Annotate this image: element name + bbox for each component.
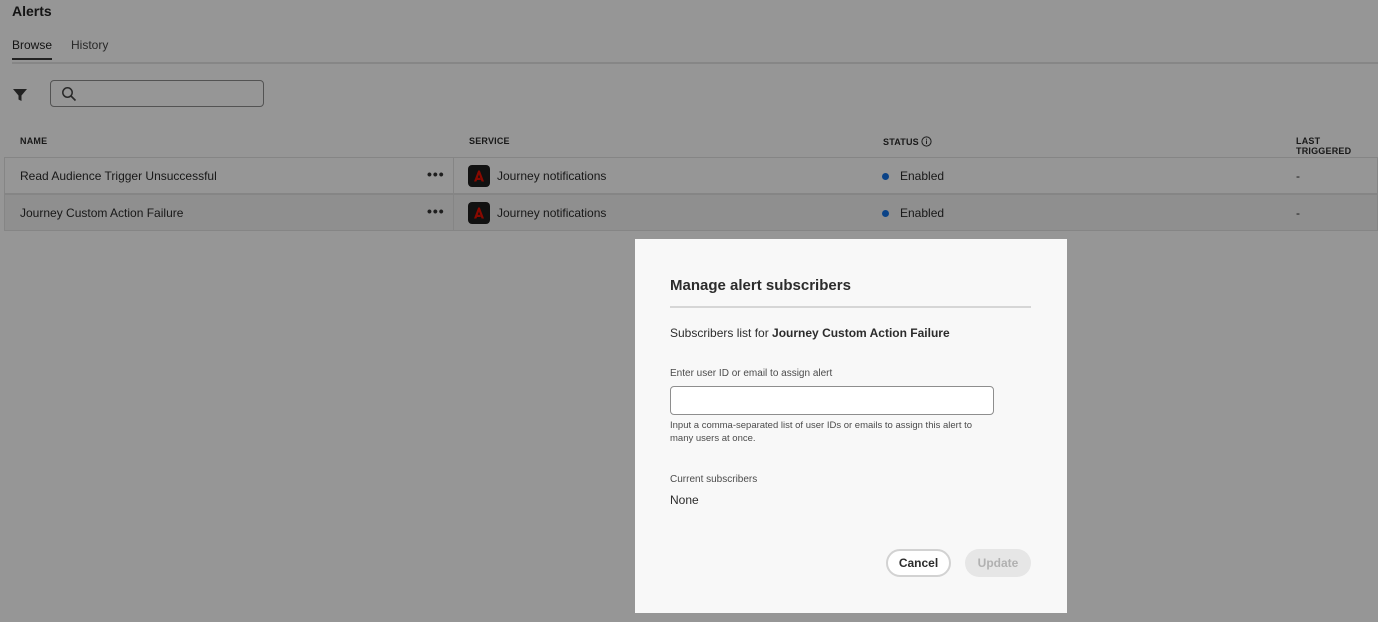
subscriber-field-label: Enter user ID or email to assign alert bbox=[670, 368, 833, 379]
manage-subscribers-dialog: Manage alert subscribers Subscribers lis… bbox=[635, 239, 1067, 613]
dialog-title: Manage alert subscribers bbox=[670, 277, 851, 294]
cancel-button[interactable]: Cancel bbox=[886, 549, 951, 577]
dialog-subtitle-prefix: Subscribers list for bbox=[670, 326, 769, 340]
update-button[interactable]: Update bbox=[965, 549, 1031, 577]
dialog-subtitle: Subscribers list for Journey Custom Acti… bbox=[670, 326, 950, 340]
dialog-divider bbox=[670, 306, 1031, 308]
subscriber-help-text: Input a comma-separated list of user IDs… bbox=[670, 420, 973, 444]
subscriber-input[interactable] bbox=[670, 386, 994, 415]
current-subscribers-label: Current subscribers bbox=[670, 474, 758, 485]
dialog-alert-name: Journey Custom Action Failure bbox=[772, 326, 950, 340]
current-subscribers-value: None bbox=[670, 493, 699, 507]
